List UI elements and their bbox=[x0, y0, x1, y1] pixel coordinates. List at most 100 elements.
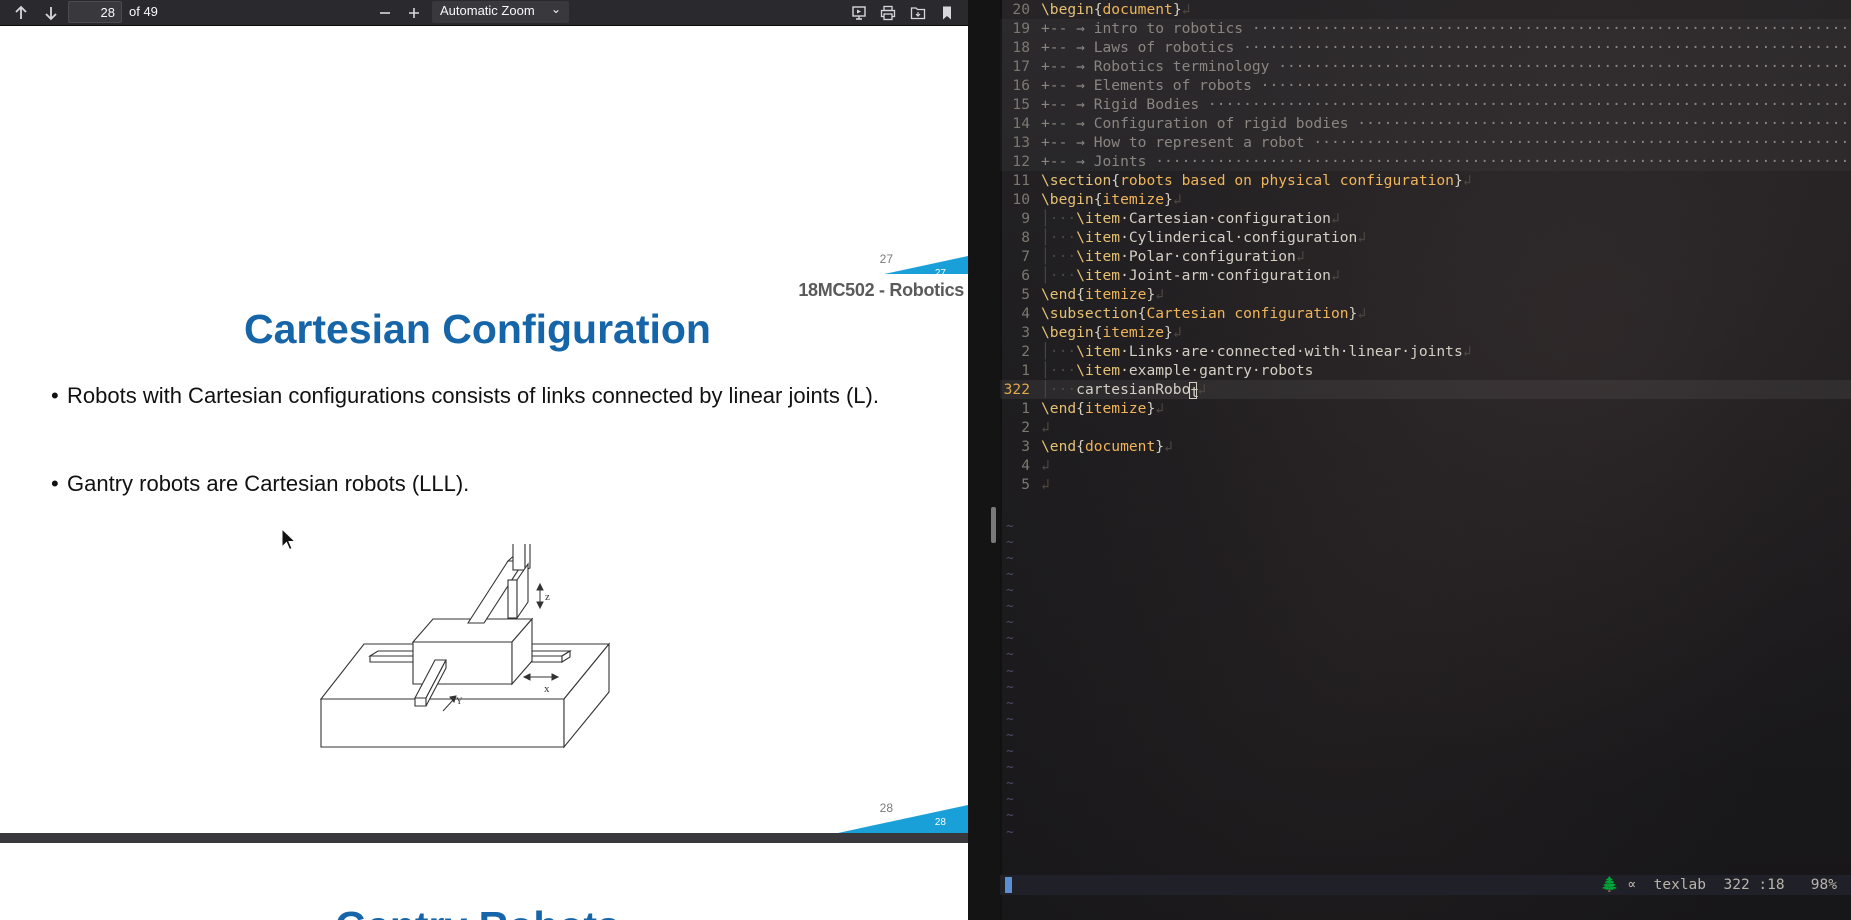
code-line[interactable]: 6 │···\item·Joint-arm·configuration↲ bbox=[1000, 266, 1851, 285]
line-content: \subsection{Cartesian configuration}↲ bbox=[1041, 304, 1366, 323]
bookmark-button[interactable] bbox=[934, 2, 960, 24]
line-content: +-- → intro to robotics ················… bbox=[1041, 19, 1851, 38]
print-button[interactable] bbox=[875, 2, 901, 24]
empty-buffer-line: ~ bbox=[1006, 711, 1014, 727]
code-line[interactable]: 8 │···\item·Cylinderical·configuration↲ bbox=[1000, 228, 1851, 247]
line-content: │···cartesianRobot↲ bbox=[1041, 380, 1207, 401]
brace: { bbox=[1076, 286, 1085, 303]
eol-marker: ↲ bbox=[1041, 419, 1050, 436]
zoom-in-button[interactable] bbox=[401, 2, 427, 24]
empty-buffer-line: ~ bbox=[1006, 824, 1014, 840]
line-number: 5 bbox=[1021, 476, 1030, 493]
empty-buffer-line: ~ bbox=[1006, 615, 1014, 631]
mode-indicator bbox=[1005, 877, 1012, 893]
zoom-select-value: Automatic Zoom bbox=[440, 3, 535, 18]
empty-buffer-line: ~ bbox=[1006, 727, 1014, 743]
page-number-input[interactable] bbox=[68, 1, 122, 23]
latex-command: \begin bbox=[1041, 324, 1094, 341]
code-line[interactable]: 4 \subsection{Cartesian configuration}↲ bbox=[1000, 304, 1851, 323]
brace: } bbox=[1164, 324, 1173, 341]
eol-marker: ↲ bbox=[1295, 248, 1305, 265]
folded-line[interactable]: 13 +-- → How to represent a robot ·······… bbox=[1000, 133, 1851, 152]
folded-line[interactable]: 18 +-- → Laws of robotics ···············… bbox=[1000, 38, 1851, 57]
folded-line[interactable]: 15 +-- → Rigid Bodies ···················… bbox=[1000, 95, 1851, 114]
empty-buffer-line: ~ bbox=[1006, 792, 1014, 808]
line-content: \end{itemize}↲ bbox=[1041, 285, 1164, 304]
fold-text: +-- → intro to robotics ················… bbox=[1041, 20, 1851, 37]
code-line[interactable]: 7 │···\item·Polar·configuration↲ bbox=[1000, 247, 1851, 266]
code-line[interactable]: 2 │···\item·Links·are·connected·with·line… bbox=[1000, 342, 1851, 361]
pdf-toolbar: of 49 Automatic Zoom ⌄ bbox=[0, 0, 968, 26]
code-line[interactable]: 3 \end{document}↲ bbox=[1000, 437, 1851, 456]
eol-marker: ↲ bbox=[1330, 267, 1340, 284]
bullet-text: Gantry robots are Cartesian robots (LLL)… bbox=[67, 471, 470, 496]
eol-marker: ↲ bbox=[1357, 229, 1367, 246]
indent-guide: │··· bbox=[1041, 343, 1077, 360]
code-line[interactable]: 1 │···\item·example·gantry·robots bbox=[1000, 361, 1851, 380]
folded-line[interactable]: 17 +-- → Robotics terminology ···········… bbox=[1000, 57, 1851, 76]
bullet-item: • Robots with Cartesian configurations c… bbox=[51, 376, 901, 415]
empty-buffer-line: ~ bbox=[1006, 679, 1014, 695]
line-content: \begin{document}↲ bbox=[1041, 0, 1190, 19]
code-line[interactable]: 4 ↲ bbox=[1000, 456, 1851, 475]
indent-guide: │··· bbox=[1041, 267, 1077, 284]
indent-guide: │··· bbox=[1041, 229, 1077, 246]
code-line[interactable]: 11 \section{robots based on physical conf… bbox=[1000, 171, 1851, 190]
line-number: 8 bbox=[1021, 229, 1030, 246]
code-line[interactable]: 5 \end{itemize}↲ bbox=[1000, 285, 1851, 304]
brace: { bbox=[1076, 400, 1085, 417]
eol-marker: ↲ bbox=[1330, 210, 1340, 227]
folded-line[interactable]: 14 +-- → Configuration of rigid bodies ··… bbox=[1000, 114, 1851, 133]
line-content: \section{robots based on physical config… bbox=[1041, 171, 1472, 190]
item-text: ·Links·are·connected·with·linear·joints bbox=[1120, 343, 1463, 360]
brace: } bbox=[1453, 172, 1463, 189]
empty-buffer-line: ~ bbox=[1006, 550, 1014, 566]
corner-decoration bbox=[838, 805, 968, 833]
brace: { bbox=[1093, 1, 1103, 18]
code-line[interactable]: 9 │···\item·Cartesian·configuration↲ bbox=[1000, 209, 1851, 228]
current-line[interactable]: 322 │···cartesianRobot↲ bbox=[1000, 380, 1851, 401]
latex-command: \item bbox=[1076, 343, 1121, 360]
latex-command: \begin bbox=[1041, 1, 1094, 18]
code-line[interactable]: 1 \end{itemize}↲ bbox=[1000, 399, 1851, 418]
bullet-text: Robots with Cartesian configurations con… bbox=[67, 383, 879, 408]
presentation-mode-button[interactable] bbox=[846, 2, 872, 24]
next-page-button[interactable] bbox=[38, 2, 64, 24]
latex-command: \item bbox=[1076, 267, 1121, 284]
brace: } bbox=[1164, 191, 1173, 208]
latex-command: \item bbox=[1076, 210, 1121, 227]
zoom-select[interactable]: Automatic Zoom ⌄ bbox=[432, 1, 569, 23]
eol-marker: ↲ bbox=[1462, 343, 1472, 360]
previous-page-button[interactable] bbox=[8, 2, 34, 24]
fold-text: +-- → Robotics terminology ·············… bbox=[1041, 58, 1851, 75]
text-editor[interactable]: 20 \begin{document}↲ 19 +-- → intro to robo… bbox=[1000, 0, 1851, 920]
fold-text: +-- → Elements of robots ···············… bbox=[1041, 77, 1851, 94]
indent-guide: │··· bbox=[1041, 362, 1077, 379]
scroll-percent: 98% bbox=[1810, 877, 1837, 893]
eol-marker: ↲ bbox=[1197, 381, 1207, 398]
zoom-out-button[interactable] bbox=[372, 2, 398, 24]
pane-resize-handle[interactable] bbox=[991, 507, 996, 543]
latex-command: \item bbox=[1076, 362, 1121, 379]
pdf-viewport[interactable]: 27 27 18MC502 - Robotics Cartesian Confi… bbox=[0, 26, 968, 920]
line-content: │···\item·Cylinderical·configuration↲ bbox=[1041, 228, 1366, 247]
folded-line[interactable]: 19 +-- → intro to robotics ··············… bbox=[1000, 19, 1851, 38]
code-line[interactable]: 20 \begin{document}↲ bbox=[1000, 0, 1851, 19]
code-line[interactable]: 5 ↲ bbox=[1000, 475, 1851, 494]
line-number: 11 bbox=[1012, 172, 1030, 189]
save-button[interactable] bbox=[905, 2, 931, 24]
infinity-icon: ∝ bbox=[1627, 877, 1637, 893]
folded-line[interactable]: 12 +-- → Joints ·························… bbox=[1000, 152, 1851, 171]
code-line[interactable]: 2 ↲ bbox=[1000, 418, 1851, 437]
presentation-icon bbox=[852, 6, 866, 20]
code-line[interactable]: 10 \begin{itemize}↲ bbox=[1000, 190, 1851, 209]
folded-line[interactable]: 16 +-- → Elements of robots ·············… bbox=[1000, 76, 1851, 95]
eol-marker: ↲ bbox=[1357, 305, 1367, 322]
empty-buffer-line: ~ bbox=[1006, 583, 1014, 598]
latex-command: \item bbox=[1076, 248, 1121, 265]
line-number: 10 bbox=[1012, 191, 1030, 208]
plus-icon bbox=[409, 8, 419, 18]
bullet-dot: • bbox=[51, 383, 59, 408]
code-line[interactable]: 3 \begin{itemize}↲ bbox=[1000, 323, 1851, 342]
empty-buffer-line: ~ bbox=[1006, 566, 1014, 582]
